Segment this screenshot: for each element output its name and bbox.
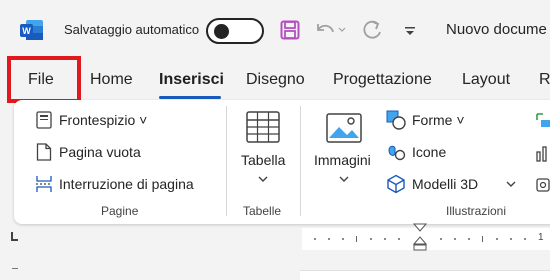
blank-page-button[interactable]: Pagina vuota <box>59 144 141 160</box>
ruler-tick <box>496 238 498 240</box>
tab-disegno[interactable]: Disegno <box>246 71 305 89</box>
save-icon[interactable] <box>280 20 300 40</box>
group-label-pagine: Pagine <box>101 204 139 218</box>
tab-selector-icon[interactable] <box>10 232 18 242</box>
group-separator <box>226 106 227 216</box>
chevron-down-icon[interactable] <box>338 27 346 33</box>
document-title: Nuovo docume <box>446 21 547 38</box>
blank-page-icon <box>36 143 52 161</box>
indent-marker-icon[interactable] <box>410 222 430 252</box>
ruler-tick <box>510 238 512 240</box>
ruler-tick <box>454 238 456 240</box>
ruler-tick <box>356 236 357 242</box>
tab-review[interactable]: R <box>539 71 550 89</box>
ruler-tick <box>468 238 470 240</box>
undo-icon[interactable] <box>314 20 336 40</box>
highlight-annotation <box>7 56 81 103</box>
shapes-icon <box>386 110 406 130</box>
svg-text:W: W <box>22 26 31 36</box>
tab-home[interactable]: Home <box>90 71 133 89</box>
vertical-ruler-tick <box>12 268 18 269</box>
chevron-down-icon[interactable] <box>506 181 516 188</box>
shapes-label: Forme <box>412 112 453 128</box>
cover-page-icon <box>36 111 52 129</box>
tab-layout[interactable]: Layout <box>462 71 510 89</box>
ruler-tick <box>314 238 316 240</box>
3d-models-button[interactable]: Modelli 3D <box>412 176 478 192</box>
tab-progettazione[interactable]: Progettazione <box>333 71 432 89</box>
ribbon-tabs: File Home Inserisci Disegno Progettazion… <box>0 60 550 100</box>
chevron-down-icon[interactable] <box>258 176 268 183</box>
ruler-tick <box>328 238 330 240</box>
word-logo-icon[interactable]: W <box>20 19 44 41</box>
shapes-button[interactable]: Forme ˅ <box>412 112 465 128</box>
toggle-knob <box>214 24 229 39</box>
ruler-tick <box>342 238 344 240</box>
title-bar: W Salvataggio automatico Nuovo docume <box>0 0 550 60</box>
chart-icon[interactable] <box>535 144 550 162</box>
group-label-illustrazioni: Illustrazioni <box>446 204 507 218</box>
cover-page-button[interactable]: Frontespizio ˅ <box>59 112 147 128</box>
autosave-toggle[interactable] <box>206 18 264 44</box>
cover-page-label: Frontespizio <box>59 112 136 128</box>
document-page[interactable] <box>300 270 550 280</box>
page-break-icon <box>36 176 52 192</box>
customize-quick-access-icon[interactable] <box>404 26 416 36</box>
ruler-tick <box>524 238 526 240</box>
ruler-tick <box>370 238 372 240</box>
icons-icon <box>388 145 406 161</box>
tab-inserisci[interactable]: Inserisci <box>159 71 224 89</box>
chevron-down-icon[interactable] <box>339 176 349 183</box>
screenshot-icon[interactable] <box>535 176 550 194</box>
ruler-tick <box>482 236 483 242</box>
3d-models-icon <box>387 174 405 194</box>
icons-button[interactable]: Icone <box>412 144 446 160</box>
autosave-label: Salvataggio automatico <box>64 22 200 37</box>
ruler-tick <box>384 238 386 240</box>
images-icon <box>326 113 362 143</box>
table-icon <box>246 111 280 143</box>
group-separator <box>300 106 301 216</box>
table-button[interactable]: Tabella <box>241 152 285 168</box>
images-button[interactable]: Immagini <box>314 152 371 168</box>
smartart-icon[interactable] <box>535 112 550 130</box>
active-tab-indicator <box>159 96 221 99</box>
group-label-tabelle: Tabelle <box>243 204 282 218</box>
ruler-tick <box>398 238 400 240</box>
ruler-tick <box>440 238 442 240</box>
page-break-button[interactable]: Interruzione di pagina <box>59 176 194 192</box>
redo-icon[interactable] <box>362 19 384 41</box>
ruler-number: 1 <box>538 232 544 243</box>
